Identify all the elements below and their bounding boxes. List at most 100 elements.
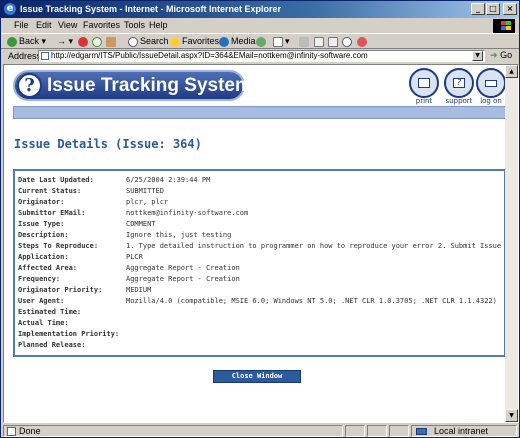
menu-view[interactable]: View bbox=[58, 20, 77, 30]
detail-key: Originator Priority: bbox=[18, 286, 103, 294]
history-button[interactable] bbox=[256, 35, 268, 48]
back-label: Back bbox=[19, 36, 40, 46]
site-logo[interactable]: ? Issue Tracking System bbox=[13, 70, 252, 101]
status-pane bbox=[389, 425, 409, 437]
detail-value: Aggregate Report - Creation bbox=[126, 264, 240, 272]
detail-value: SUBMITTED bbox=[126, 187, 164, 195]
menu-edit[interactable]: Edit bbox=[36, 20, 52, 30]
discuss-button[interactable] bbox=[328, 35, 340, 48]
edit-page-icon bbox=[314, 36, 324, 47]
close-window-button[interactable]: × bbox=[503, 3, 517, 15]
search-label: Search bbox=[140, 36, 169, 46]
search-button[interactable]: Search bbox=[128, 35, 169, 48]
maximize-button[interactable]: □ bbox=[486, 3, 500, 15]
zone-text: Local intranet bbox=[434, 426, 489, 436]
printer-icon bbox=[409, 68, 439, 98]
nav-print-label: print bbox=[415, 97, 433, 105]
detail-value: MEDIUM bbox=[126, 286, 152, 294]
go-label: Go bbox=[500, 50, 513, 60]
keyboard-icon bbox=[476, 68, 506, 98]
back-arrow-icon bbox=[7, 36, 17, 47]
search-icon bbox=[128, 36, 138, 47]
logo-text: Issue Tracking System bbox=[47, 75, 252, 96]
stop-icon bbox=[78, 36, 88, 47]
refresh-button[interactable] bbox=[92, 35, 104, 48]
home-icon bbox=[106, 36, 116, 47]
nav-support-label: support bbox=[445, 97, 473, 105]
intranet-icon bbox=[416, 428, 427, 435]
detail-value: nottkem@infinity-software.com bbox=[126, 209, 249, 217]
go-button[interactable]: ➔ Go bbox=[490, 50, 512, 61]
page-viewport: ? Issue Tracking System print ? support … bbox=[3, 64, 519, 423]
minimize-button[interactable]: _ bbox=[471, 3, 485, 15]
detail-key: Steps To Reproduce: bbox=[18, 242, 99, 250]
favorites-label: Favorites bbox=[182, 36, 220, 46]
status-zone-pane: Local intranet bbox=[411, 425, 517, 437]
windows-logo-icon bbox=[493, 19, 515, 33]
detail-key: Affected Area: bbox=[18, 264, 78, 272]
detail-key: Planned Release: bbox=[18, 341, 86, 349]
internet-explorer-icon: e bbox=[4, 3, 16, 15]
detail-key: Implementation Priority: bbox=[18, 330, 120, 338]
nav-logon-button[interactable]: log on bbox=[474, 68, 508, 105]
menu-bar: File Edit View Favorites Tools Help bbox=[1, 18, 519, 33]
detail-value: Ignore this, just testing bbox=[126, 231, 232, 239]
page-icon bbox=[41, 52, 49, 60]
issue-details-panel: Date Last Updated: 6/25/2004 2:39:44 PM C… bbox=[13, 169, 506, 357]
mail-button[interactable]: ▾ bbox=[273, 35, 290, 48]
edit-button[interactable] bbox=[314, 35, 326, 48]
media-button[interactable]: Media bbox=[219, 35, 256, 48]
page-title: Issue Details (Issue: 364) bbox=[14, 137, 202, 151]
home-button[interactable] bbox=[106, 35, 118, 48]
research-icon bbox=[342, 36, 352, 47]
scroll-up-arrow-icon[interactable]: ▲ bbox=[505, 65, 518, 78]
research-button[interactable] bbox=[342, 35, 354, 48]
detail-value: 1. Type detailed instruction to programm… bbox=[126, 242, 502, 250]
status-bar: Done Local intranet bbox=[1, 424, 519, 437]
nav-print-button[interactable]: print bbox=[407, 68, 441, 105]
detail-key: Issue Type: bbox=[18, 220, 65, 228]
detail-key: Description: bbox=[18, 231, 69, 239]
messenger-icon bbox=[357, 36, 367, 47]
stop-button[interactable] bbox=[78, 35, 90, 48]
detail-key: User Agent: bbox=[18, 297, 65, 305]
status-pane bbox=[367, 425, 387, 437]
media-label: Media bbox=[231, 36, 256, 46]
chevron-down-icon: ▾ bbox=[41, 36, 47, 46]
scroll-down-arrow-icon[interactable]: ▼ bbox=[505, 409, 518, 422]
menu-tools[interactable]: Tools bbox=[124, 20, 145, 30]
detail-value: plcr, plcr bbox=[126, 198, 169, 206]
detail-key: Originator: bbox=[18, 198, 65, 206]
detail-key: Date Last Updated: bbox=[18, 176, 94, 184]
detail-key: Estimated Time: bbox=[18, 308, 82, 316]
menu-favorites[interactable]: Favorites bbox=[83, 20, 120, 30]
discuss-icon bbox=[328, 36, 338, 47]
menu-help[interactable]: Help bbox=[149, 20, 168, 30]
vertical-scrollbar[interactable]: ▲ ▼ bbox=[505, 65, 518, 422]
support-icon: ? bbox=[444, 68, 474, 98]
printer-icon bbox=[299, 36, 309, 47]
back-button[interactable]: Back ▾ bbox=[7, 35, 46, 48]
detail-value: Mozilla/4.0 (compatible; MSIE 6.0; Windo… bbox=[126, 297, 497, 305]
forward-button[interactable]: → ▾ bbox=[57, 35, 73, 48]
address-bar: Address http://edgarm/ITS/Public/IssueDe… bbox=[1, 49, 519, 63]
print-toolbar-button[interactable] bbox=[299, 35, 311, 48]
favorites-button[interactable]: Favorites bbox=[170, 35, 219, 48]
nav-support-button[interactable]: ? support bbox=[442, 68, 476, 105]
address-label: Address bbox=[8, 51, 42, 61]
status-text: Done bbox=[19, 426, 41, 436]
address-url: http://edgarm/ITS/Public/IssueDetail.asp… bbox=[51, 51, 368, 60]
close-window-page-button[interactable]: Close Window bbox=[213, 370, 301, 383]
go-arrow-icon: ➔ bbox=[490, 50, 498, 60]
header-divider-bar bbox=[13, 106, 506, 119]
address-dropdown-button[interactable]: ▼ bbox=[472, 51, 483, 61]
star-icon bbox=[170, 36, 180, 47]
messenger-button[interactable] bbox=[357, 35, 369, 48]
detail-key: Submittor EMail: bbox=[18, 209, 86, 217]
menu-file[interactable]: File bbox=[14, 20, 29, 30]
page-done-icon bbox=[7, 427, 16, 436]
address-input[interactable]: http://edgarm/ITS/Public/IssueDetail.asp… bbox=[38, 50, 485, 62]
detail-key: Application: bbox=[18, 253, 69, 261]
detail-key: Actual Time: bbox=[18, 319, 69, 327]
detail-key: Frequency: bbox=[18, 275, 61, 283]
